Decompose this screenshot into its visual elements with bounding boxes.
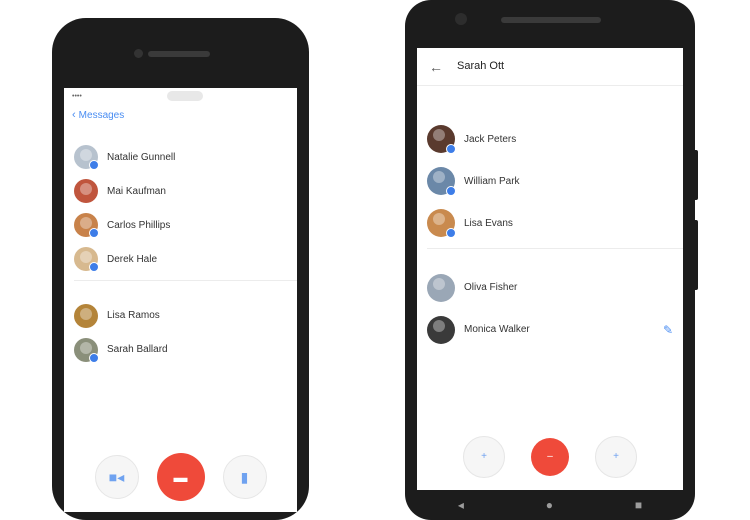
contact-name: Oliva Fisher — [464, 281, 518, 293]
avatar — [74, 338, 99, 363]
contact-name: Monica Walker — [464, 323, 530, 335]
status-dot-icon — [89, 160, 99, 170]
section-label — [64, 126, 297, 140]
avatar — [427, 274, 455, 302]
section-label — [417, 104, 683, 118]
contact-name: Lisa Evans — [464, 217, 513, 229]
call-controls: + – + — [417, 436, 683, 478]
divider — [427, 248, 683, 249]
video-button[interactable]: ■◂ — [94, 455, 139, 499]
status-dot-icon — [89, 228, 99, 238]
list-item[interactable]: Mai Kaufman — [64, 174, 297, 208]
status-bar: •••• — [64, 88, 297, 104]
status-pill — [167, 91, 204, 101]
section-2: Lisa Ramos Sarah Ballard — [64, 285, 297, 367]
status-dot-icon — [89, 353, 99, 363]
back-label: Messages — [78, 109, 125, 121]
section-label — [417, 253, 683, 267]
section-1: Natalie Gunnell Mai Kaufman Carlos Phill… — [64, 126, 297, 276]
contact-name: Lisa Ramos — [107, 309, 160, 321]
end-call-button[interactable]: ▬ — [156, 453, 205, 501]
end-call-icon: ▬ — [173, 469, 188, 485]
add-participant-button-2[interactable]: + — [595, 436, 637, 478]
back-triangle-icon[interactable]: ◂ — [458, 498, 464, 512]
android-nav-bar: ◂ ● ■ — [417, 490, 683, 520]
avatar — [427, 167, 456, 196]
mic-icon: ▮ — [240, 469, 249, 485]
right-phone: ← Sarah Ott Jack Peters William Park Lis… — [405, 0, 698, 520]
left-phone: •••• ‹ Messages Natalie Gunnell Mai Kauf… — [52, 18, 309, 520]
video-icon: ■◂ — [108, 469, 125, 485]
front-camera — [134, 49, 143, 58]
end-call-icon: – — [547, 451, 553, 462]
avatar — [74, 179, 98, 203]
app-bar: ← Sarah Ott — [417, 48, 683, 86]
list-item[interactable]: Natalie Gunnell — [64, 140, 297, 174]
front-camera — [455, 13, 467, 25]
home-circle-icon[interactable]: ● — [546, 498, 553, 512]
status-dot-icon — [446, 186, 456, 196]
contact-name: Mai Kaufman — [107, 185, 166, 197]
contact-name: Derek Hale — [107, 253, 158, 265]
list-item[interactable]: Lisa Ramos — [64, 299, 297, 333]
status-dot-icon — [89, 262, 99, 272]
section-label — [64, 285, 297, 299]
avatar — [74, 304, 98, 328]
earpiece-speaker — [148, 51, 210, 57]
list-item[interactable]: William Park — [417, 160, 683, 202]
status-dot-icon — [446, 228, 456, 238]
end-call-button[interactable]: – — [531, 438, 569, 476]
add-participant-button[interactable]: + — [463, 436, 505, 478]
recents-square-icon[interactable]: ■ — [635, 498, 642, 512]
section-1: Jack Peters William Park Lisa Evans — [417, 104, 683, 244]
chevron-left-icon: ‹ — [72, 109, 76, 121]
power-button — [693, 150, 698, 200]
right-screen: ← Sarah Ott Jack Peters William Park Lis… — [417, 48, 683, 490]
add-icon: + — [613, 451, 619, 462]
list-item[interactable]: Lisa Evans — [417, 202, 683, 244]
avatar — [427, 316, 455, 344]
edit-icon[interactable]: ✎ — [663, 323, 673, 337]
nav-bar: ‹ Messages — [64, 104, 297, 126]
list-item[interactable]: Carlos Phillips — [64, 208, 297, 242]
list-item[interactable]: Derek Hale — [64, 242, 297, 276]
section-2: Oliva Fisher Monica Walker ✎ — [417, 253, 683, 351]
divider — [74, 280, 297, 281]
back-button[interactable]: ‹ Messages — [72, 109, 124, 121]
status-dot-icon — [446, 144, 456, 154]
avatar — [427, 209, 456, 238]
avatar — [74, 213, 99, 238]
page-title: Sarah Ott — [457, 59, 505, 72]
call-controls: ■◂ ▬ ▮ — [64, 453, 297, 501]
arrow-back-icon[interactable]: ← — [429, 59, 443, 75]
carrier-signal: •••• — [72, 92, 82, 100]
volume-button — [693, 220, 698, 290]
list-item[interactable]: Monica Walker ✎ — [417, 309, 683, 351]
earpiece-speaker — [501, 17, 601, 23]
mute-button[interactable]: ▮ — [222, 455, 267, 499]
avatar — [427, 125, 456, 154]
left-screen: •••• ‹ Messages Natalie Gunnell Mai Kauf… — [64, 88, 297, 512]
contact-name: Jack Peters — [464, 133, 517, 145]
list-item[interactable]: Jack Peters — [417, 118, 683, 160]
avatar — [74, 247, 99, 272]
add-icon: + — [481, 451, 487, 462]
contact-name: Natalie Gunnell — [107, 151, 176, 163]
contact-name: Sarah Ballard — [107, 343, 168, 355]
list-item[interactable]: Oliva Fisher — [417, 267, 683, 309]
contact-name: William Park — [464, 175, 520, 187]
contact-name: Carlos Phillips — [107, 219, 171, 231]
list-item[interactable]: Sarah Ballard — [64, 333, 297, 367]
avatar — [74, 145, 99, 170]
